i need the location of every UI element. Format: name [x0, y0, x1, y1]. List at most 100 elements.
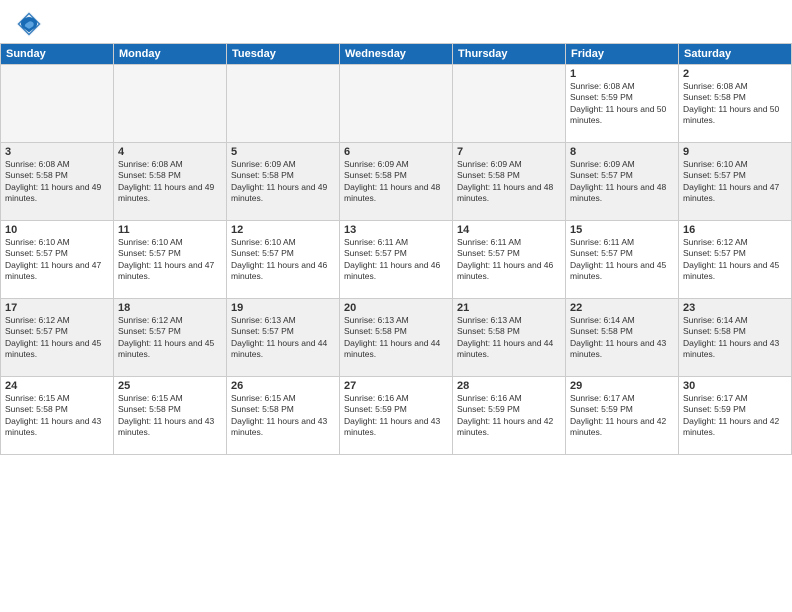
day-info: Sunrise: 6:08 AM Sunset: 5:58 PM Dayligh…: [683, 81, 787, 127]
day-info: Sunrise: 6:13 AM Sunset: 5:57 PM Dayligh…: [231, 315, 335, 361]
calendar-cell: [340, 65, 453, 143]
day-info: Sunrise: 6:08 AM Sunset: 5:59 PM Dayligh…: [570, 81, 674, 127]
day-info: Sunrise: 6:09 AM Sunset: 5:58 PM Dayligh…: [344, 159, 448, 205]
calendar-cell: 18Sunrise: 6:12 AM Sunset: 5:57 PM Dayli…: [114, 299, 227, 377]
day-header-sunday: Sunday: [1, 44, 114, 65]
calendar-cell: 15Sunrise: 6:11 AM Sunset: 5:57 PM Dayli…: [566, 221, 679, 299]
calendar-cell: 10Sunrise: 6:10 AM Sunset: 5:57 PM Dayli…: [1, 221, 114, 299]
week-row-3: 10Sunrise: 6:10 AM Sunset: 5:57 PM Dayli…: [1, 221, 792, 299]
day-number: 18: [118, 302, 222, 314]
day-number: 24: [5, 380, 109, 392]
day-info: Sunrise: 6:12 AM Sunset: 5:57 PM Dayligh…: [118, 315, 222, 361]
day-info: Sunrise: 6:13 AM Sunset: 5:58 PM Dayligh…: [344, 315, 448, 361]
day-info: Sunrise: 6:09 AM Sunset: 5:58 PM Dayligh…: [457, 159, 561, 205]
day-info: Sunrise: 6:11 AM Sunset: 5:57 PM Dayligh…: [457, 237, 561, 283]
calendar-cell: 7Sunrise: 6:09 AM Sunset: 5:58 PM Daylig…: [453, 143, 566, 221]
day-number: 21: [457, 302, 561, 314]
day-header-thursday: Thursday: [453, 44, 566, 65]
day-info: Sunrise: 6:14 AM Sunset: 5:58 PM Dayligh…: [683, 315, 787, 361]
day-number: 10: [5, 224, 109, 236]
day-header-wednesday: Wednesday: [340, 44, 453, 65]
day-header-saturday: Saturday: [679, 44, 792, 65]
week-row-2: 3Sunrise: 6:08 AM Sunset: 5:58 PM Daylig…: [1, 143, 792, 221]
day-info: Sunrise: 6:16 AM Sunset: 5:59 PM Dayligh…: [457, 393, 561, 439]
calendar-cell: 20Sunrise: 6:13 AM Sunset: 5:58 PM Dayli…: [340, 299, 453, 377]
day-header-tuesday: Tuesday: [227, 44, 340, 65]
day-number: 26: [231, 380, 335, 392]
day-header-monday: Monday: [114, 44, 227, 65]
calendar-cell: 16Sunrise: 6:12 AM Sunset: 5:57 PM Dayli…: [679, 221, 792, 299]
calendar-wrap: SundayMondayTuesdayWednesdayThursdayFrid…: [0, 43, 792, 455]
day-number: 6: [344, 146, 448, 158]
day-number: 1: [570, 68, 674, 80]
day-info: Sunrise: 6:16 AM Sunset: 5:59 PM Dayligh…: [344, 393, 448, 439]
calendar-table: SundayMondayTuesdayWednesdayThursdayFrid…: [0, 43, 792, 455]
day-info: Sunrise: 6:15 AM Sunset: 5:58 PM Dayligh…: [118, 393, 222, 439]
day-info: Sunrise: 6:14 AM Sunset: 5:58 PM Dayligh…: [570, 315, 674, 361]
day-number: 2: [683, 68, 787, 80]
day-info: Sunrise: 6:12 AM Sunset: 5:57 PM Dayligh…: [5, 315, 109, 361]
week-row-5: 24 Sunrise: 6:15 AM Sunset: 5:58 PM Dayli…: [1, 377, 792, 455]
calendar-cell: 14Sunrise: 6:11 AM Sunset: 5:57 PM Dayli…: [453, 221, 566, 299]
calendar-cell: 24Sunrise: 6:15 AM Sunset: 5:58 PM Dayli…: [1, 377, 114, 455]
day-number: 28: [457, 380, 561, 392]
header: [0, 0, 792, 43]
calendar-cell: 3Sunrise: 6:08 AM Sunset: 5:58 PM Daylig…: [1, 143, 114, 221]
day-number: 14: [457, 224, 561, 236]
calendar-cell: [1, 65, 114, 143]
day-number: 12: [231, 224, 335, 236]
day-info: Sunrise: 6:10 AM Sunset: 5:57 PM Dayligh…: [118, 237, 222, 283]
day-number: 25: [118, 380, 222, 392]
calendar-cell: 26Sunrise: 6:15 AM Sunset: 5:58 PM Dayli…: [227, 377, 340, 455]
day-header-friday: Friday: [566, 44, 679, 65]
day-number: 7: [457, 146, 561, 158]
calendar-cell: 30Sunrise: 6:17 AM Sunset: 5:59 PM Dayli…: [679, 377, 792, 455]
day-number: 9: [683, 146, 787, 158]
day-number: 13: [344, 224, 448, 236]
day-number: 11: [118, 224, 222, 236]
calendar-cell: 28Sunrise: 6:16 AM Sunset: 5:59 PM Dayli…: [453, 377, 566, 455]
day-number: 5: [231, 146, 335, 158]
day-info: Sunrise: 6:17 AM Sunset: 5:59 PM Dayligh…: [570, 393, 674, 439]
calendar-cell: 1Sunrise: 6:08 AM Sunset: 5:59 PM Daylig…: [566, 65, 679, 143]
day-info: Sunrise: 6:15 AM Sunset: 5:58 PM Dayligh…: [231, 393, 335, 439]
day-info: Sunrise: 6:10 AM Sunset: 5:57 PM Dayligh…: [5, 237, 109, 283]
calendar-cell: 19Sunrise: 6:13 AM Sunset: 5:57 PM Dayli…: [227, 299, 340, 377]
calendar-cell: 6Sunrise: 6:09 AM Sunset: 5:58 PM Daylig…: [340, 143, 453, 221]
day-info: Sunrise: 6:09 AM Sunset: 5:57 PM Dayligh…: [570, 159, 674, 205]
calendar-cell: 13Sunrise: 6:11 AM Sunset: 5:57 PM Dayli…: [340, 221, 453, 299]
day-number: 4: [118, 146, 222, 158]
day-number: 16: [683, 224, 787, 236]
calendar-cell: 22Sunrise: 6:14 AM Sunset: 5:58 PM Dayli…: [566, 299, 679, 377]
logo: [15, 10, 47, 38]
day-number: 30: [683, 380, 787, 392]
calendar-cell: [227, 65, 340, 143]
day-number: 8: [570, 146, 674, 158]
logo-icon: [15, 10, 43, 38]
day-number: 3: [5, 146, 109, 158]
week-row-1: 1Sunrise: 6:08 AM Sunset: 5:59 PM Daylig…: [1, 65, 792, 143]
calendar-cell: 4Sunrise: 6:08 AM Sunset: 5:58 PM Daylig…: [114, 143, 227, 221]
calendar-cell: [114, 65, 227, 143]
day-number: 29: [570, 380, 674, 392]
day-info: Sunrise: 6:13 AM Sunset: 5:58 PM Dayligh…: [457, 315, 561, 361]
day-info: Sunrise: 6:08 AM Sunset: 5:58 PM Dayligh…: [5, 159, 109, 205]
calendar-cell: 21Sunrise: 6:13 AM Sunset: 5:58 PM Dayli…: [453, 299, 566, 377]
day-number: 17: [5, 302, 109, 314]
day-info: Sunrise: 6:09 AM Sunset: 5:58 PM Dayligh…: [231, 159, 335, 205]
day-info: Sunrise: 6:10 AM Sunset: 5:57 PM Dayligh…: [683, 159, 787, 205]
calendar-cell: 27Sunrise: 6:16 AM Sunset: 5:59 PM Dayli…: [340, 377, 453, 455]
day-number: 27: [344, 380, 448, 392]
day-info: Sunrise: 6:11 AM Sunset: 5:57 PM Dayligh…: [570, 237, 674, 283]
day-number: 22: [570, 302, 674, 314]
day-info: Sunrise: 6:12 AM Sunset: 5:57 PM Dayligh…: [683, 237, 787, 283]
calendar-cell: 29Sunrise: 6:17 AM Sunset: 5:59 PM Dayli…: [566, 377, 679, 455]
day-number: 20: [344, 302, 448, 314]
calendar-cell: 2Sunrise: 6:08 AM Sunset: 5:58 PM Daylig…: [679, 65, 792, 143]
week-row-4: 17Sunrise: 6:12 AM Sunset: 5:57 PM Dayli…: [1, 299, 792, 377]
calendar-cell: 9Sunrise: 6:10 AM Sunset: 5:57 PM Daylig…: [679, 143, 792, 221]
day-info: Sunrise: 6:10 AM Sunset: 5:57 PM Dayligh…: [231, 237, 335, 283]
calendar-cell: 25Sunrise: 6:15 AM Sunset: 5:58 PM Dayli…: [114, 377, 227, 455]
day-info: Sunrise: 6:08 AM Sunset: 5:58 PM Dayligh…: [118, 159, 222, 205]
calendar-cell: 17Sunrise: 6:12 AM Sunset: 5:57 PM Dayli…: [1, 299, 114, 377]
